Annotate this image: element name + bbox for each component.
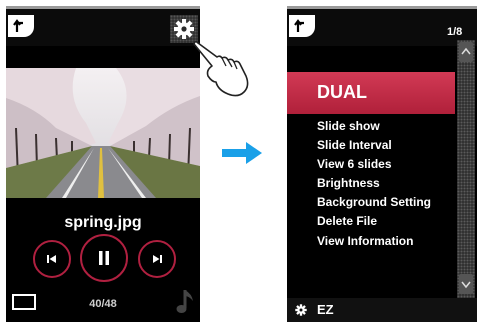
scroll-up-button[interactable] <box>459 42 473 62</box>
menu-title: DUAL <box>317 82 367 102</box>
menu-title-bar: DUAL <box>287 72 455 114</box>
bottom-bar: EZ <box>287 298 477 322</box>
menu-item-view-information[interactable]: View Information <box>317 234 413 248</box>
right-device-screen: 1/8 DUAL Slide show Slide Interval View … <box>287 6 477 322</box>
menu-item-delete-file[interactable]: Delete File <box>317 214 377 228</box>
back-button-right[interactable] <box>289 15 315 37</box>
page-indicator: 1/8 <box>447 26 463 38</box>
image-counter: 40/48 <box>89 298 117 310</box>
previous-button[interactable] <box>33 240 71 278</box>
scroll-down-icon <box>461 281 471 289</box>
right-top-bar: 1/8 <box>287 6 477 46</box>
pause-button[interactable] <box>80 234 128 282</box>
previous-icon <box>47 255 56 263</box>
next-icon <box>153 255 162 263</box>
slideshow-icon[interactable] <box>12 294 36 310</box>
menu-item-brightness[interactable]: Brightness <box>317 176 380 190</box>
transition-arrow-icon <box>222 140 264 166</box>
ez-mode-label[interactable]: EZ <box>317 302 334 317</box>
scroll-up-icon <box>461 47 471 55</box>
menu-item-slide-show[interactable]: Slide show <box>317 119 380 133</box>
back-icon <box>13 19 23 32</box>
file-name: spring.jpg <box>64 214 142 231</box>
next-button[interactable] <box>138 240 176 278</box>
pause-icon <box>99 251 109 265</box>
music-note-icon[interactable] <box>174 286 198 316</box>
menu-item-background-setting[interactable]: Background Setting <box>317 195 431 209</box>
left-top-bar <box>6 6 200 46</box>
back-icon <box>294 19 304 32</box>
scroll-down-button[interactable] <box>459 274 473 294</box>
scroll-track[interactable] <box>457 40 475 298</box>
back-button[interactable] <box>8 15 34 37</box>
pointing-hand-icon <box>192 38 252 104</box>
gear-icon[interactable] <box>293 302 309 318</box>
photo-image[interactable] <box>6 68 200 198</box>
left-device-screen: spring.jpg 40/48 <box>6 6 200 322</box>
menu-item-view-6-slides[interactable]: View 6 slides <box>317 157 392 171</box>
menu-item-slide-interval[interactable]: Slide Interval <box>317 138 392 152</box>
